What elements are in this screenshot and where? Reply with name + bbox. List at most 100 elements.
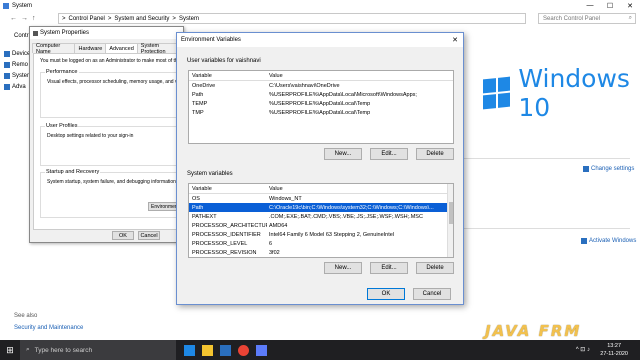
table-row-selected[interactable]: Path C:\Oracle19c\bin;C:\Windows\system32… — [189, 203, 453, 212]
windows-start-icon: ⊞ — [6, 344, 14, 355]
table-row[interactable]: Path %USERPROFILE%\AppData\Local\Microsof… — [189, 90, 453, 99]
watermark: JAVA FRM — [485, 322, 582, 340]
clock-date: 27-11-2020 — [600, 351, 628, 357]
tab-advanced[interactable]: Advanced — [105, 43, 138, 53]
system-edit-button[interactable]: Edit... — [370, 262, 408, 274]
scrollbar-thumb[interactable] — [449, 202, 453, 224]
table-row[interactable]: TEMP %USERPROFILE%\AppData\Local\Temp — [189, 99, 453, 108]
windows-10-logo: Windows 10 — [483, 64, 640, 122]
search-input[interactable]: Search Control Panel ⌕ — [538, 13, 636, 24]
taskbar: ⊞ ⌕ Type here to search ^ ⊡ ♪ 13:27 27-1… — [0, 340, 640, 360]
col-variable[interactable]: Variable — [189, 73, 267, 79]
close-button[interactable]: ✕ — [620, 0, 640, 11]
windows-flag-icon — [483, 76, 511, 110]
chrome-icon[interactable] — [238, 344, 249, 356]
table-row[interactable]: OneDrive C:\Users\vaishnavi\OneDrive — [189, 81, 453, 90]
shield-icon — [4, 84, 10, 90]
system-properties-dialog: System Properties Computer Name Hardware… — [29, 26, 184, 243]
clock[interactable]: 13:27 27-11-2020 — [600, 342, 628, 358]
ok-button[interactable]: OK — [367, 288, 405, 300]
table-row[interactable]: PROCESSOR_LEVEL 6 — [189, 239, 453, 248]
breadcrumb-control-panel[interactable]: Control Panel — [69, 16, 105, 22]
search-placeholder: Search Control Panel — [543, 15, 601, 22]
user-delete-button[interactable]: Delete — [416, 148, 454, 160]
table-header: Variable Value — [189, 71, 453, 81]
store-icon[interactable] — [220, 344, 231, 356]
window-controls: — ☐ ✕ — [580, 0, 640, 11]
system-title: System — [12, 2, 33, 9]
breadcrumb-sep: > — [62, 15, 66, 22]
maximize-button[interactable]: ☐ — [600, 0, 620, 11]
env-title: Environment Variables — [181, 37, 241, 43]
shield-icon — [4, 51, 10, 57]
ok-button[interactable]: OK — [112, 231, 134, 240]
left-pane-label: Contr — [14, 33, 29, 39]
system-tray[interactable]: ^ ⊡ ♪ — [576, 346, 590, 353]
breadcrumb-system[interactable]: System — [179, 16, 199, 22]
minimize-button[interactable]: — — [580, 0, 600, 11]
left-link-advanced[interactable]: Adva — [4, 84, 26, 90]
address-row: ← → ↑ > Control Panel > System and Secur… — [0, 12, 640, 25]
system-icon — [3, 2, 9, 9]
admin-note: You must be logged on as an Administrato… — [40, 58, 178, 64]
edge-icon[interactable] — [184, 344, 195, 356]
shield-icon — [581, 238, 587, 244]
taskbar-apps — [184, 344, 267, 356]
environment-variables-dialog: Environment Variables ✕ User variables f… — [176, 32, 464, 305]
settings-app-icon[interactable] — [256, 344, 267, 356]
table-row[interactable]: PROCESSOR_REVISION 3f02 — [189, 248, 453, 257]
table-row[interactable]: TMP %USERPROFILE%\AppData\Local\Temp — [189, 108, 453, 117]
left-link-system[interactable]: System — [4, 73, 32, 79]
see-also-heading: See also — [14, 313, 38, 319]
left-link-remote[interactable]: Remo — [4, 62, 28, 68]
up-icon[interactable]: ↑ — [32, 15, 36, 22]
clock-time: 13:27 — [607, 343, 622, 349]
change-settings-link[interactable]: Change settings — [583, 166, 634, 172]
back-icon[interactable]: ← — [10, 15, 17, 22]
tab-hardware[interactable]: Hardware — [74, 43, 107, 53]
table-header: Variable Value — [189, 184, 453, 194]
scrollbar[interactable] — [447, 184, 453, 257]
system-delete-button[interactable]: Delete — [416, 262, 454, 274]
activate-windows-link[interactable]: Activate Windows — [581, 238, 636, 244]
nav-arrows: ← → ↑ — [10, 15, 36, 22]
breadcrumb-system-security[interactable]: System and Security — [114, 16, 169, 22]
security-maintenance-link[interactable]: Security and Maintenance — [14, 325, 83, 331]
performance-group: Performance Visual effects, processor sc… — [40, 69, 184, 118]
user-profiles-group: User Profiles Desktop settings related t… — [40, 123, 180, 166]
breadcrumb-sep: > — [107, 15, 112, 22]
cancel-button[interactable]: Cancel — [413, 288, 451, 300]
table-row[interactable]: PATHEXT .COM;.EXE;.BAT;.CMD;.VBS;.VBE;.JS… — [189, 212, 453, 221]
breadcrumb-sep: > — [172, 15, 176, 22]
address-bar[interactable]: > Control Panel > System and Security > … — [58, 13, 526, 24]
shield-icon — [583, 166, 589, 172]
col-value[interactable]: Value — [267, 186, 453, 192]
system-title-bar: System — [0, 0, 640, 11]
cancel-button[interactable]: Cancel — [138, 231, 160, 240]
left-link-device[interactable]: Device — [4, 51, 30, 57]
system-properties-title-bar: System Properties — [30, 27, 183, 39]
computer-icon — [33, 30, 38, 36]
file-explorer-icon[interactable] — [202, 344, 213, 356]
user-vars-table[interactable]: Variable Value OneDrive C:\Users\vaishnav… — [188, 70, 454, 144]
tab-computer-name[interactable]: Computer Name — [32, 43, 76, 55]
col-variable[interactable]: Variable — [189, 186, 267, 192]
user-edit-button[interactable]: Edit... — [370, 148, 408, 160]
col-value[interactable]: Value — [267, 73, 453, 79]
forward-icon[interactable]: → — [21, 15, 28, 22]
taskbar-search-placeholder: Type here to search — [34, 346, 93, 354]
user-new-button[interactable]: New... — [324, 148, 362, 160]
close-icon[interactable]: ✕ — [449, 34, 461, 45]
shield-icon — [4, 62, 10, 68]
env-title-bar: Environment Variables — [177, 33, 463, 47]
user-vars-label: User variables for vaishnavi — [187, 58, 261, 64]
table-row[interactable]: PROCESSOR_IDENTIFIER Intel64 Family 6 Mod… — [189, 230, 453, 239]
table-row[interactable]: PROCESSOR_ARCHITECTURE AMD64 — [189, 221, 453, 230]
start-button[interactable]: ⊞ — [0, 340, 20, 360]
taskbar-search[interactable]: ⌕ Type here to search — [20, 340, 176, 360]
search-icon: ⌕ — [628, 15, 632, 21]
system-vars-table[interactable]: Variable Value OS Windows_NT Path C:\Oracl… — [188, 183, 454, 258]
system-new-button[interactable]: New... — [324, 262, 362, 274]
table-row[interactable]: OS Windows_NT — [189, 194, 453, 203]
shield-icon — [4, 73, 10, 79]
